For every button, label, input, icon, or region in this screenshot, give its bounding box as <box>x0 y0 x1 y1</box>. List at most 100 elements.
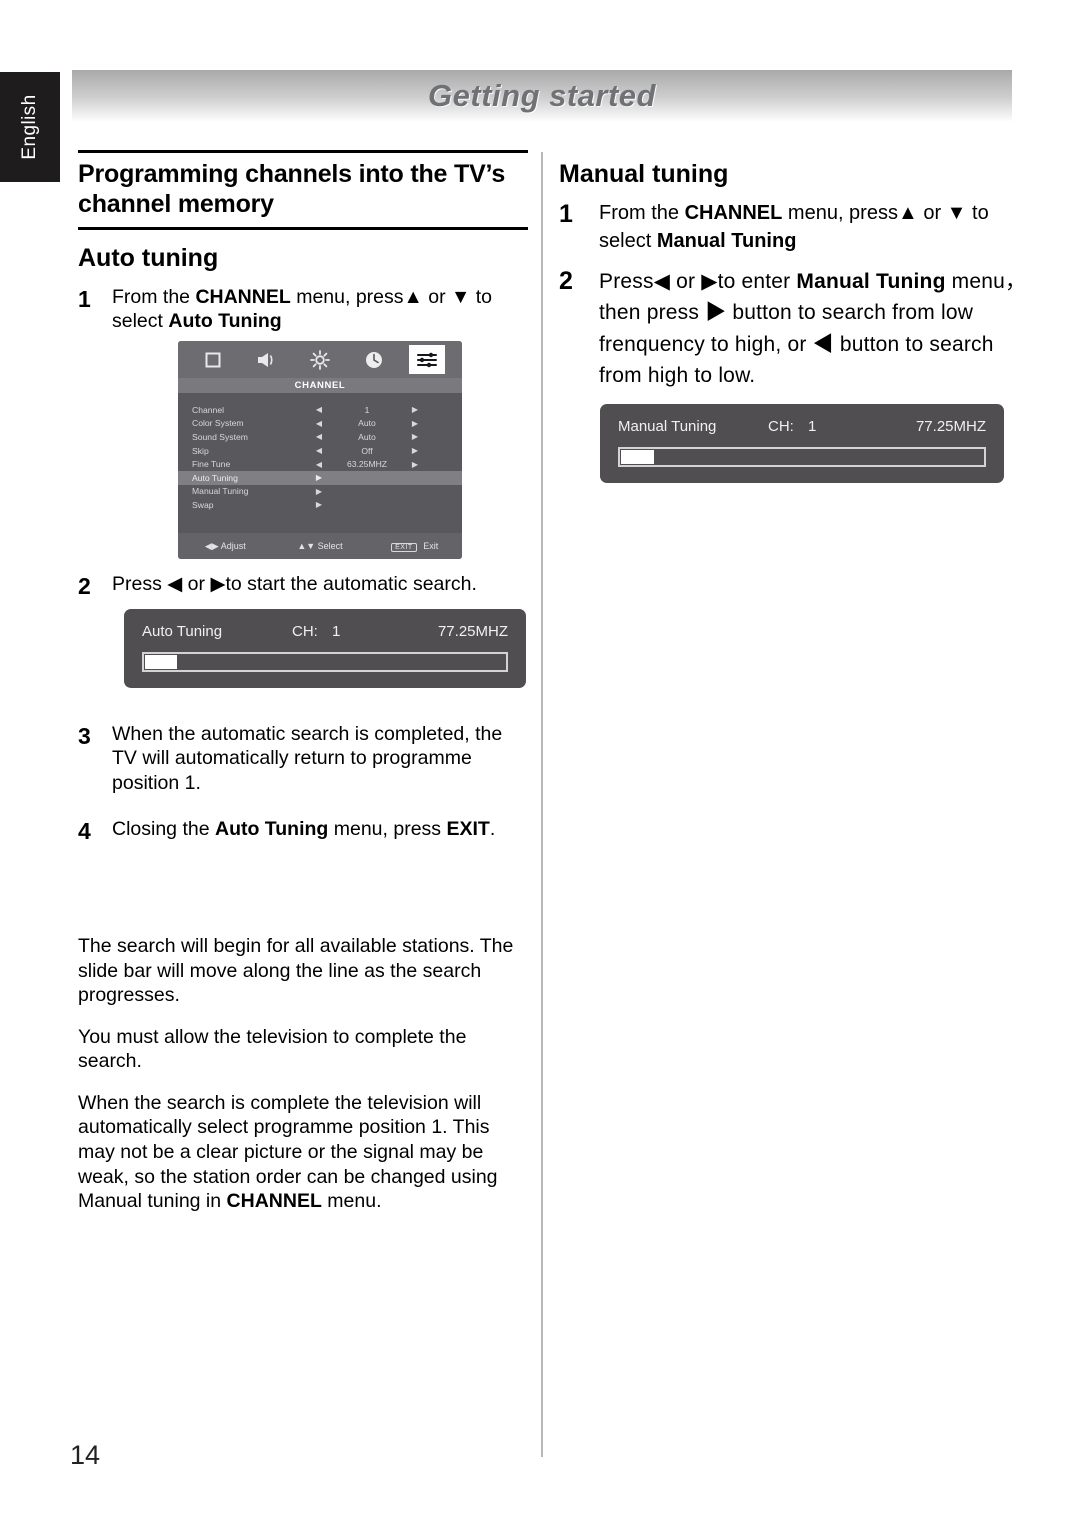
picture-icon <box>195 345 231 374</box>
channel-settings-icon <box>409 345 446 374</box>
auto-tuning-frequency: 77.25MHZ <box>437 623 508 640</box>
step-item: 2 Press ◀ or ▶to start the automatic sea… <box>78 572 528 601</box>
osd-row-right-arrow-icon[interactable]: ▶ <box>398 446 432 455</box>
auto-tuning-progress-screenshot: Auto Tuning CH: 1 77.25MHZ <box>124 609 526 688</box>
osd-icon-bar <box>178 341 462 378</box>
auto-tuning-header: Auto Tuning CH: 1 77.25MHZ <box>142 623 508 640</box>
language-tab: English <box>0 72 60 182</box>
osd-row-value: 1 <box>364 404 370 415</box>
osd-footer-hints: ◀▶ Adjust ▲▼ Select EXIT Exit <box>178 533 462 559</box>
osd-row-label: Color System <box>192 418 244 429</box>
osd-row-value: Auto <box>358 431 376 442</box>
osd-row-value: Off <box>361 445 373 456</box>
osd-hint-adjust: ◀▶ Adjust <box>178 541 273 552</box>
section-heading-block: Programming channels into the TV’s chann… <box>78 150 528 230</box>
manual-tuning-ch-value: 1 <box>808 418 817 435</box>
auto-tuning-ch-label: CH: <box>292 623 318 640</box>
osd-row-left-arrow-icon[interactable]: ◀ <box>302 419 336 428</box>
osd-menu-title: CHANNEL <box>178 378 462 393</box>
osd-row-left-arrow-icon[interactable]: ◀ <box>302 405 336 414</box>
language-tab-label: English <box>19 94 40 160</box>
osd-hint-select: ▲▼ Select <box>273 541 368 551</box>
osd-row-value: Auto <box>358 418 376 429</box>
step-text: When the automatic search is completed, … <box>112 723 503 794</box>
up-down-arrows-icon: ▲▼ <box>297 541 316 551</box>
manual-tuning-frequency: 77.25MHZ <box>915 418 986 435</box>
manual-tuning-progress-bar <box>618 447 986 467</box>
osd-row-auto-tuning-selected[interactable]: Auto Tuning ▶ <box>178 470 462 485</box>
osd-row-label: Sound System <box>192 431 248 442</box>
osd-channel-menu-screenshot: CHANNEL Channel ◀ 1 ▶ Color System ◀ Aut… <box>178 341 462 559</box>
subsection-title-auto-tuning: Auto tuning <box>78 244 219 272</box>
page-number: 14 <box>70 1440 101 1470</box>
page-header-banner: Getting started <box>72 70 1012 122</box>
osd-row-right-arrow-icon[interactable]: ▶ <box>398 419 432 428</box>
auto-tuning-progress-fill <box>145 655 178 669</box>
step-text: From the CHANNEL menu, press▲ or ▼ to se… <box>599 202 989 253</box>
osd-row-left-arrow-icon[interactable]: ◀ <box>302 446 336 455</box>
osd-row[interactable]: Skip ◀ Off ▶ <box>178 444 462 458</box>
subsection-title-manual-tuning: Manual tuning <box>559 160 729 188</box>
step-number: 2 <box>559 266 573 295</box>
auto-tuning-progress-bar <box>142 652 508 672</box>
sound-icon <box>248 345 284 374</box>
step-item: 1 From the CHANNEL menu, press▲ or ▼ to … <box>78 285 528 334</box>
osd-row-enter-arrow-icon[interactable]: ▶ <box>302 473 336 482</box>
osd-hint-select-label: Select <box>317 541 343 551</box>
osd-row-enter-arrow-icon[interactable]: ▶ <box>302 487 336 496</box>
osd-row-right-arrow-icon[interactable]: ▶ <box>398 460 432 469</box>
osd-row[interactable]: Channel ◀ 1 ▶ <box>178 403 462 417</box>
auto-tuning-name: Auto Tuning <box>142 623 223 640</box>
osd-row[interactable]: Fine Tune ◀ 63.25MHZ ▶ <box>178 457 462 471</box>
manual-tuning-ch-label: CH: <box>768 418 794 435</box>
step-text: Press◀ or ▶to enter Manual Tuning menu， … <box>599 269 1027 388</box>
notes-block: The search will begin for all available … <box>78 934 530 1231</box>
osd-row-label: Auto Tuning <box>192 472 238 483</box>
right-column: Manual tuning 1 From the CHANNEL menu, p… <box>559 160 1029 402</box>
step-number: 4 <box>78 818 91 845</box>
step-number: 1 <box>78 286 91 312</box>
osd-row-label: Fine Tune <box>192 459 231 470</box>
osd-hint-adjust-label: Adjust <box>220 540 246 551</box>
step-text: Press ◀ or ▶to start the automatic searc… <box>112 573 477 595</box>
osd-row-label: Channel <box>192 404 225 415</box>
osd-row-label: Skip <box>192 445 209 456</box>
exit-key-icon: EXIT <box>391 543 417 552</box>
auto-tuning-ch-value: 1 <box>332 623 341 640</box>
osd-row-label: Manual Tuning <box>192 486 249 497</box>
left-column: Programming channels into the TV’s chann… <box>78 150 528 336</box>
osd-hint-exit-label: Exit <box>423 541 439 551</box>
note-paragraph: When the search is complete the televisi… <box>78 1091 498 1213</box>
page-title: Getting started <box>428 78 656 113</box>
step-number: 2 <box>78 573 91 599</box>
manual-tuning-progress-screenshot: Manual Tuning CH: 1 77.25MHZ <box>600 404 1004 483</box>
section-title: Programming channels into the TV’s chann… <box>78 160 506 218</box>
manual-tuning-progress-fill <box>621 450 654 464</box>
osd-row[interactable]: Sound System ◀ Auto ▶ <box>178 430 462 444</box>
manual-tuning-name: Manual Tuning <box>618 418 717 435</box>
manual-tuning-header: Manual Tuning CH: 1 77.25MHZ <box>618 418 986 435</box>
osd-row[interactable]: Manual Tuning ▶ <box>178 485 462 499</box>
left-column-bottom: 3 When the automatic search is completed… <box>78 716 528 848</box>
left-column-step2: 2 Press ◀ or ▶to start the automatic sea… <box>78 566 528 603</box>
step-item: 1 From the CHANNEL menu, press▲ or ▼ to … <box>559 199 1029 256</box>
step-text: From the CHANNEL menu, press▲ or ▼ to se… <box>112 286 492 333</box>
step-item: 2 Press◀ or ▶to enter Manual Tuning menu… <box>559 266 1029 392</box>
osd-row[interactable]: Swap ▶ <box>178 498 462 512</box>
osd-row-left-arrow-icon[interactable]: ◀ <box>302 432 336 441</box>
note-paragraph: The search will begin for all available … <box>78 935 514 1007</box>
osd-row-value: 63.25MHZ <box>346 459 388 470</box>
osd-row-right-arrow-icon[interactable]: ▶ <box>398 405 432 414</box>
brightness-icon <box>302 345 338 374</box>
time-icon <box>356 345 392 374</box>
osd-row[interactable]: Color System ◀ Auto ▶ <box>178 417 462 431</box>
osd-row-left-arrow-icon[interactable]: ◀ <box>302 460 336 469</box>
osd-row-right-arrow-icon[interactable]: ▶ <box>398 432 432 441</box>
step-item: 4 Closing the Auto Tuning menu, press EX… <box>78 817 528 846</box>
osd-row-enter-arrow-icon[interactable]: ▶ <box>302 500 336 509</box>
step-number: 1 <box>559 200 573 228</box>
osd-hint-exit: EXIT Exit <box>367 541 462 552</box>
note-paragraph: You must allow the television to complet… <box>78 1025 467 1073</box>
step-item: 3 When the automatic search is completed… <box>78 722 528 795</box>
step-text: Closing the Auto Tuning menu, press EXIT… <box>112 818 496 841</box>
